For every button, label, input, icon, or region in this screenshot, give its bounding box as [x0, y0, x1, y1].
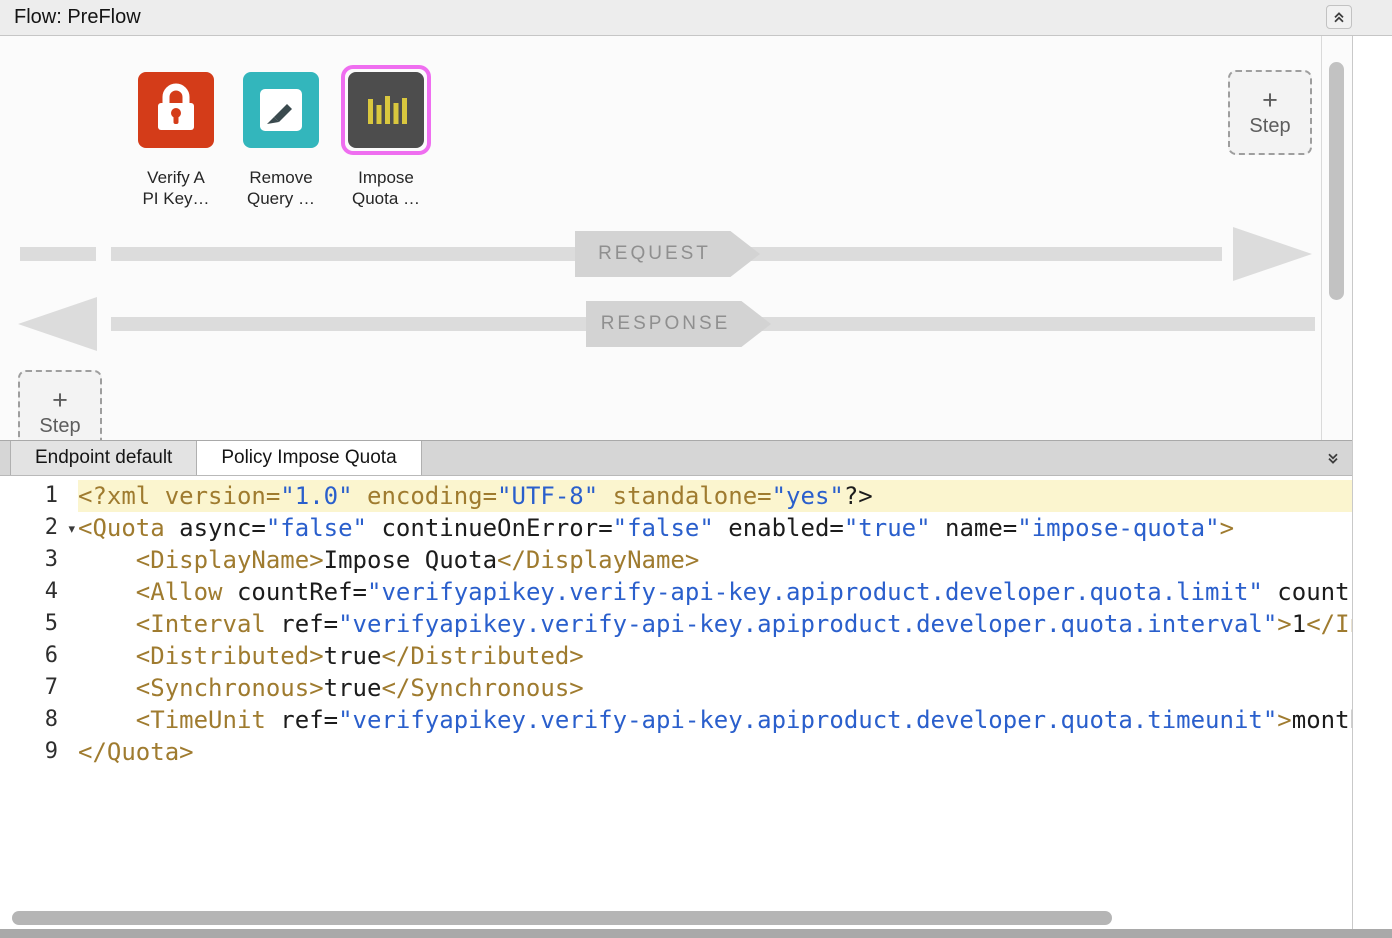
- policy-list: Verify A PI Key… Remove Qu: [131, 65, 431, 209]
- double-chevron-down-icon: [1325, 451, 1341, 467]
- collapse-flow-panel-button[interactable]: [1326, 5, 1352, 29]
- policy-label: Impose Quota …: [341, 167, 431, 209]
- editor-tabbar: Endpoint default Policy Impose Quota: [0, 440, 1352, 476]
- policy-label: Remove Query …: [236, 167, 326, 209]
- policy-label-line2: Quota …: [341, 188, 431, 209]
- code-line[interactable]: <Quota async="false" continueOnError="fa…: [78, 512, 1352, 544]
- request-label-badge: REQUEST: [575, 231, 760, 277]
- code-line[interactable]: <Interval ref="verifyapikey.verify-api-k…: [78, 608, 1352, 640]
- pencil-icon: [243, 72, 319, 148]
- add-step-request-button[interactable]: + Step: [1228, 70, 1312, 155]
- policy-label-line1: Impose: [341, 167, 431, 188]
- policy-selection-ring: [341, 65, 431, 155]
- line-number: 6: [0, 640, 78, 672]
- tab-endpoint-default[interactable]: Endpoint default: [10, 441, 197, 475]
- policy-label-line2: PI Key…: [131, 188, 221, 209]
- line-number: 1: [0, 480, 78, 512]
- line-number: 2▾: [0, 512, 78, 544]
- code-line[interactable]: <Distributed>true</Distributed>: [78, 640, 1352, 672]
- horizontal-scrollbar-thumb[interactable]: [12, 911, 1112, 925]
- canvas-vertical-scrollbar-track[interactable]: [1321, 36, 1352, 440]
- bars-icon: [348, 72, 424, 148]
- request-arrow-right-icon: [1233, 227, 1312, 281]
- code-line[interactable]: <DisplayName>Impose Quota</DisplayName>: [78, 544, 1352, 576]
- policy-label-line1: Remove: [236, 167, 326, 188]
- response-arrow-left-icon: [18, 297, 97, 351]
- tab-policy-impose-quota[interactable]: Policy Impose Quota: [197, 441, 421, 475]
- policy-label-line2: Query …: [236, 188, 326, 209]
- policy-label-line1: Verify A: [131, 167, 221, 188]
- add-step-label: Step: [1249, 115, 1290, 138]
- request-flow-line-left-segment: [20, 247, 96, 261]
- request-label: REQUEST: [598, 243, 711, 265]
- editor-code[interactable]: <?xml version="1.0" encoding="UTF-8" sta…: [78, 480, 1352, 768]
- add-step-label: Step: [39, 415, 80, 438]
- line-number: 8: [0, 704, 78, 736]
- plus-icon: +: [1262, 87, 1278, 113]
- policy-impose-quota[interactable]: Impose Quota …: [341, 65, 431, 209]
- flow-editor-window: Flow: PreFlow REQUEST RESPONSE: [0, 0, 1392, 938]
- code-line[interactable]: <Allow countRef="verifyapikey.verify-api…: [78, 576, 1352, 608]
- line-number: 9: [0, 736, 78, 768]
- response-label: RESPONSE: [601, 313, 731, 335]
- double-chevron-up-icon: [1331, 9, 1347, 25]
- code-line[interactable]: <?xml version="1.0" encoding="UTF-8" sta…: [78, 480, 1352, 512]
- canvas-vertical-scrollbar-thumb[interactable]: [1329, 62, 1344, 300]
- line-number: 5: [0, 608, 78, 640]
- code-editor[interactable]: 12▾3456789 <?xml version="1.0" encoding=…: [0, 476, 1352, 938]
- impose-quota-policy-icon: [348, 72, 424, 148]
- code-line[interactable]: </Quota>: [78, 736, 1352, 768]
- code-line[interactable]: <Synchronous>true</Synchronous>: [78, 672, 1352, 704]
- window-bottom-edge: [0, 929, 1392, 938]
- add-step-response-button[interactable]: + Step: [18, 370, 102, 440]
- code-fold-icon[interactable]: ▾: [68, 513, 75, 545]
- flow-header: Flow: PreFlow: [0, 0, 1392, 36]
- policy-selection-ring: [236, 65, 326, 155]
- flow-canvas: REQUEST RESPONSE: [0, 36, 1352, 440]
- policy-selection-ring: [131, 65, 221, 155]
- flow-title: Flow: PreFlow: [14, 6, 141, 29]
- line-number: 4: [0, 576, 78, 608]
- lock-icon: [138, 72, 214, 148]
- code-line[interactable]: <TimeUnit ref="verifyapikey.verify-api-k…: [78, 704, 1352, 736]
- plus-icon: +: [52, 387, 68, 413]
- line-number: 7: [0, 672, 78, 704]
- line-number: 3: [0, 544, 78, 576]
- policy-remove-query[interactable]: Remove Query …: [236, 65, 326, 209]
- verify-api-key-policy-icon: [138, 72, 214, 148]
- policy-label: Verify A PI Key…: [131, 167, 221, 209]
- window-right-gutter: [1352, 36, 1392, 938]
- remove-query-policy-icon: [243, 72, 319, 148]
- collapse-editor-button[interactable]: [1320, 447, 1346, 471]
- response-label-badge: RESPONSE: [586, 301, 771, 347]
- editor-gutter: 12▾3456789: [0, 480, 78, 768]
- policy-verify-api-key[interactable]: Verify A PI Key…: [131, 65, 221, 209]
